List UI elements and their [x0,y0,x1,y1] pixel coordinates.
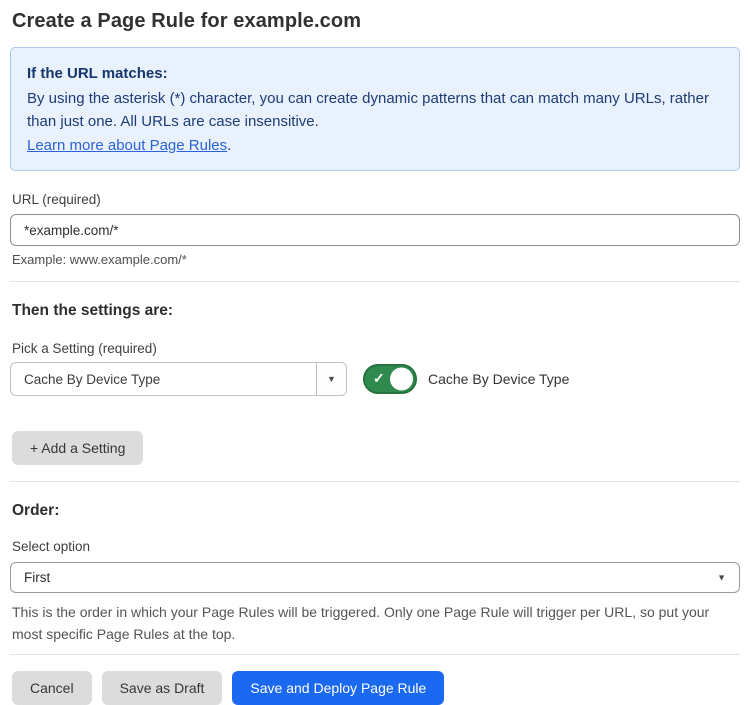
settings-section-heading: Then the settings are: [12,302,740,320]
url-field-label: URL (required) [12,192,740,207]
chevron-down-icon: ▼ [717,573,726,582]
check-icon: ✓ [373,370,385,387]
info-box-body: By using the asterisk (*) character, you… [27,87,723,133]
page-title: Create a Page Rule for example.com [12,10,740,33]
toggle-label: Cache By Device Type [428,371,569,387]
save-as-draft-button[interactable]: Save as Draft [102,671,223,705]
info-box-heading: If the URL matches: [27,62,723,85]
order-select-value: First [24,570,50,585]
url-field-helper: Example: www.example.com/* [12,252,740,267]
action-bar: Cancel Save as Draft Save and Deploy Pag… [12,671,740,705]
divider-settings-order [10,481,740,482]
chevron-down-icon: ▼ [327,375,336,384]
divider-order-actions [10,654,740,655]
order-section-heading: Order: [12,502,740,520]
toggle-knob [390,368,413,391]
cancel-button[interactable]: Cancel [12,671,92,705]
order-select[interactable]: First ▼ [10,562,740,593]
url-match-info-box: If the URL matches: By using the asteris… [10,47,740,171]
setting-select-caret-button[interactable]: ▼ [316,363,346,395]
add-setting-button[interactable]: + Add a Setting [12,431,143,465]
order-helper-text: This is the order in which your Page Rul… [12,601,732,645]
link-period: . [227,137,231,154]
setting-select[interactable]: Cache By Device Type ▼ [10,362,347,396]
learn-more-link[interactable]: Learn more about Page Rules [27,137,227,154]
info-link-row: Learn more about Page Rules. [27,134,723,157]
cache-by-device-toggle[interactable]: ✓ [363,364,417,394]
save-and-deploy-button[interactable]: Save and Deploy Page Rule [232,671,444,705]
pick-setting-label: Pick a Setting (required) [12,341,740,356]
url-input[interactable] [10,214,740,246]
order-select-label: Select option [12,539,740,554]
setting-select-value: Cache By Device Type [11,363,316,395]
divider-url-settings [10,281,740,282]
setting-row: Cache By Device Type ▼ ✓ Cache By Device… [10,362,740,396]
